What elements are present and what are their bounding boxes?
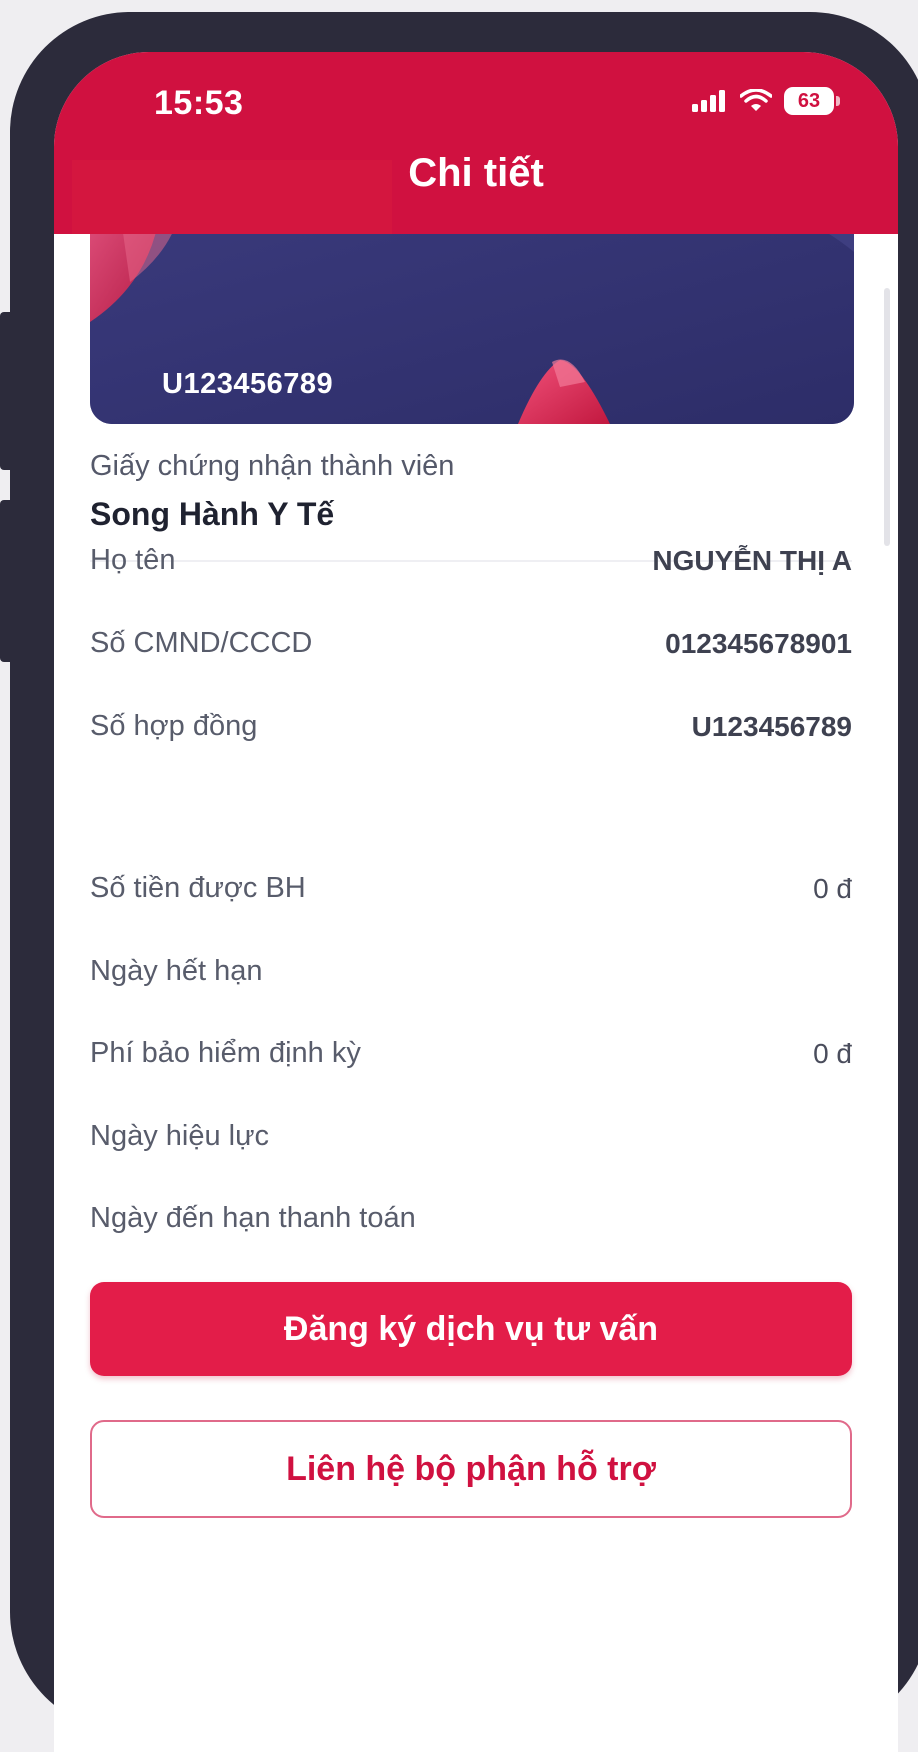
detail-row-payment-due-date: Ngày đến hạn thanh toán [90, 1202, 852, 1235]
status-time: 15:53 [154, 84, 244, 122]
wifi-icon [740, 89, 772, 111]
certificate-name: Song Hành Y Tế [90, 496, 335, 532]
app-header: 15:53 63 Chi tiết [54, 52, 898, 234]
battery-icon: 63 [784, 86, 840, 116]
status-icons: 63 [692, 86, 840, 116]
detail-row-contract-number: Số hợp đồng U123456789 [90, 710, 852, 743]
app-screen: U123456789 15:53 63 Chi tiết Giấy chứng … [54, 52, 898, 1752]
detail-label: Số tiền được BH [90, 872, 306, 904]
page-title: Chi tiết [408, 151, 544, 195]
member-card: U123456789 [90, 212, 854, 424]
detail-label: Họ tên [90, 544, 176, 576]
detail-label: Ngày hết hạn [90, 955, 263, 987]
card-member-number: U123456789 [162, 368, 334, 400]
detail-label: Ngày hiệu lực [90, 1120, 269, 1152]
detail-value: 0 đ [813, 1037, 852, 1069]
detail-row-periodic-premium: Phí bảo hiểm định kỳ 0 đ [90, 1037, 852, 1070]
detail-label: Số hợp đồng [90, 710, 258, 742]
scrollbar[interactable] [884, 288, 890, 546]
detail-row-id-number: Số CMND/CCCD 012345678901 [90, 627, 852, 660]
signal-icon [692, 90, 725, 112]
detail-label: Số CMND/CCCD [90, 627, 313, 659]
phone-frame: U123456789 15:53 63 Chi tiết Giấy chứng … [10, 12, 918, 1752]
contact-support-button[interactable]: Liên hệ bộ phận hỗ trợ [90, 1420, 852, 1518]
battery-level: 63 [784, 87, 834, 115]
detail-value: 0 đ [813, 872, 852, 904]
register-consultation-button[interactable]: Đăng ký dịch vụ tư vấn [90, 1282, 852, 1376]
detail-row-insured-amount: Số tiền được BH 0 đ [90, 872, 852, 905]
certificate-label: Giấy chứng nhận thành viên [90, 450, 455, 482]
detail-row-effective-date: Ngày hiệu lực [90, 1120, 852, 1153]
detail-label: Ngày đến hạn thanh toán [90, 1202, 416, 1234]
detail-row-full-name: Họ tên NGUYỄN THỊ A [90, 544, 852, 577]
detail-value: 012345678901 [665, 627, 852, 659]
detail-value: U123456789 [691, 710, 852, 742]
detail-value: NGUYỄN THỊ A [652, 544, 852, 576]
detail-label: Phí bảo hiểm định kỳ [90, 1037, 361, 1069]
detail-row-expiry-date: Ngày hết hạn [90, 955, 852, 988]
